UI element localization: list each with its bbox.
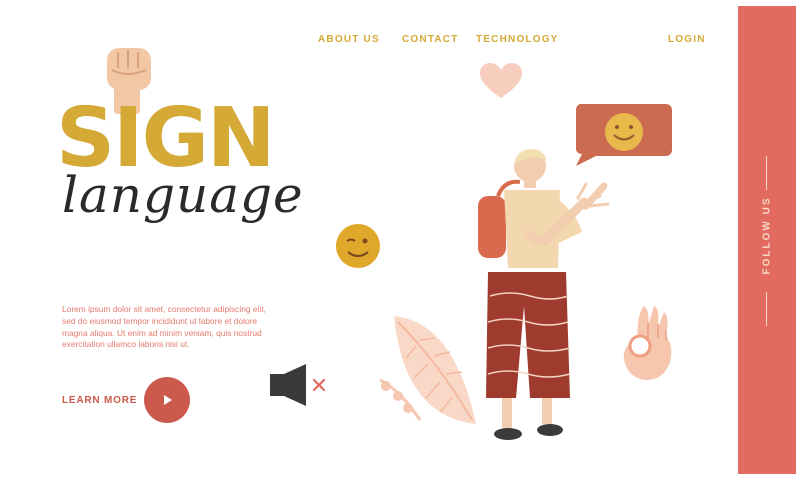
heart-icon [480,63,522,98]
muted-speaker-icon [270,364,326,406]
title-language: language [62,166,304,224]
girl-character-illustration [478,149,610,440]
wink-emoji-icon [336,224,380,268]
play-button[interactable] [144,377,190,423]
learn-more-link[interactable]: LEARN MORE [62,395,137,406]
sidebar-divider-bottom [766,292,767,326]
follow-us-link[interactable]: FOLLOW US [762,169,773,303]
nav-about-us[interactable]: ABOUT US [318,34,380,45]
nav-technology[interactable]: TECHNOLOGY [476,34,559,45]
nav-login[interactable]: LOGIN [668,34,706,45]
hero-description: Lorem ipsum dolor sit amet, consectetur … [62,304,266,350]
nav-contact[interactable]: CONTACT [402,34,459,45]
social-sidebar: FOLLOW US [738,6,796,474]
play-icon [164,395,172,405]
leaf-decoration [380,316,476,424]
ok-hand-icon [623,306,672,380]
